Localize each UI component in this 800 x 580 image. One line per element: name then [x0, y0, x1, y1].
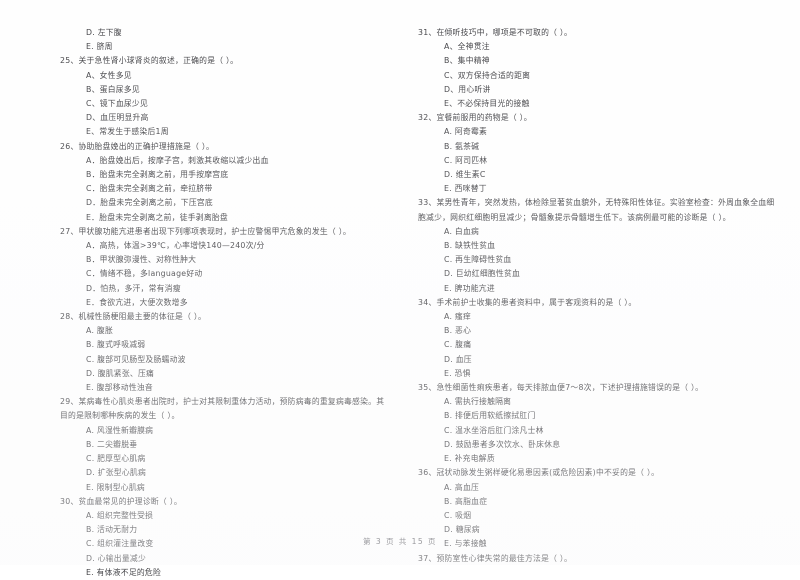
question-26: 26、协助胎盘娩出的正确护理措施是（ ）。 A．胎盘娩出后，按摩子宫，刺激其收缩…: [60, 140, 392, 225]
option-line: B. 排便后用软纸擦拭肛门: [444, 411, 536, 421]
question-stem: 28、机械性肠梗阻最主要的体征是（ ）。: [60, 312, 207, 322]
option-line: C. 肥厚型心肌病: [86, 454, 146, 464]
option-line: A. 阿奇霉素: [444, 127, 488, 137]
option-line: E. 脾功能亢进: [444, 283, 495, 293]
option-line: D. 鼓励患者多次饮水、卧床休息: [444, 439, 561, 449]
option-line: B. 缺铁性贫血: [444, 241, 496, 251]
option-line: B、集中精神: [444, 56, 490, 66]
option-line: E. 有体液不足的危险: [86, 567, 162, 577]
option-line: C. 腹部可见肠型及肠蠕动波: [86, 354, 186, 364]
page-footer: 第 3 页 共 15 页: [363, 537, 437, 546]
option-line: B. 腹式呼吸减弱: [86, 340, 146, 350]
option-line: C. 吸烟: [444, 510, 472, 520]
option-line: C. 腹痛: [444, 340, 472, 350]
question-stem: 31、在倾听技巧中，哪项是不可取的（ ）。: [418, 28, 573, 37]
option-line: E．胎盘未完全剥离之前，徒手剥离胎盘: [86, 212, 228, 222]
option-line: A、全神贯注: [444, 42, 490, 52]
page-columns: D. 左下腹 E. 脐周 25、关于急性肾小球肾炎的叙述，正确的是（ ）。 A、…: [0, 26, 800, 580]
option-line: E. 恐惧: [444, 368, 471, 378]
option-line: B. 氨茶碱: [444, 141, 480, 151]
option-line: C. 温水坐浴后肛门涂凡士林: [444, 425, 544, 435]
option-line: A、女性多见: [86, 70, 132, 80]
option-line: D. 维生素C: [444, 170, 486, 180]
option-line: D、用心听讲: [444, 84, 491, 94]
question-stem: 30、贫血最常见的护理诊断（ ）。: [60, 496, 182, 506]
question-27: 27、甲状腺功能亢进患者出现下列哪项表现时，护士应警惕甲亢危象的发生（ ）。 A…: [60, 225, 392, 310]
option-line: E、不必保持目光的接触: [444, 99, 530, 109]
question-32: 32、宜餐前服用的药物是（ ）。 A. 阿奇霉素 B. 氨茶碱 C. 阿司匹林 …: [418, 111, 778, 196]
option-line: E. 腹部移动性浊音: [86, 383, 153, 393]
option-line: A. 白血病: [444, 226, 480, 236]
question-stem: 25、关于急性肾小球肾炎的叙述，正确的是（ ）。: [60, 56, 239, 66]
option-line: B．胎盘未完全剥离之前，用手按摩宫底: [86, 170, 229, 180]
option-line: B. 二尖瓣脱垂: [86, 439, 138, 449]
question-stem: 36、冠状动脉发生粥样硬化易患因素(或危险因素)中不妥的是（ ）。: [418, 468, 660, 478]
option-line: C、镜下血尿少见: [86, 99, 149, 109]
option-line: A. 需执行接触隔离: [444, 397, 512, 407]
option-line: E. 补充电解质: [444, 454, 495, 464]
question-stem: 32、宜餐前服用的药物是（ ）。: [418, 113, 532, 123]
option-line: D. 巨幼红细胞性贫血: [444, 269, 521, 279]
exam-page: D. 左下腹 E. 脐周 25、关于急性肾小球肾炎的叙述，正确的是（ ）。 A、…: [0, 0, 800, 577]
option-line: E. 西咪替丁: [444, 184, 487, 194]
question-stem: 33、某男性青年，突然发热，体检除显著贫血貌外，无特殊阳性体征。实验室检查：外周…: [418, 198, 775, 222]
option-line: C．情绪不稳，多language好动: [86, 269, 203, 279]
question-33: 33、某男性青年，突然发热，体检除显著贫血貌外，无特殊阳性体征。实验室检查：外周…: [418, 196, 778, 295]
option-line: D. 血压: [444, 354, 472, 364]
option-line: E、常发生于感染后1周: [86, 127, 169, 137]
option-line: B. 高脂血症: [444, 496, 488, 506]
question-34: 34、手术前护士收集的患者资料中，属于客观资料的是（ ）。 A. 瘙痒 B. 恶…: [418, 296, 778, 381]
question-stem: 34、手术前护士收集的患者资料中，属于客观资料的是（ ）。: [418, 297, 637, 307]
option-line: B、蛋白尿多见: [86, 84, 140, 94]
option-line: D、血压明显升高: [86, 113, 149, 123]
option-line: A. 风湿性新瓣膜病: [86, 425, 154, 435]
option-line: B．甲状腺弥漫性、对称性肿大: [86, 255, 197, 265]
option-line: D. 左下腹: [86, 28, 122, 37]
option-line: A. 瘙痒: [444, 312, 471, 322]
option-line: E．食欲亢进，大便次数增多: [86, 297, 188, 307]
right-column: 31、在倾听技巧中，哪项是不可取的（ ）。 A、全神贯注 B、集中精神 C、双方…: [400, 26, 800, 566]
option-line: E. 脐周: [86, 42, 113, 52]
question-28: 28、机械性肠梗阻最主要的体征是（ ）。 A. 腹胀 B. 腹式呼吸减弱 C. …: [60, 310, 392, 395]
option-line: A．高热，体温>39℃，心率增快140—240次/分: [86, 241, 265, 251]
question-stem: 29、某病毒性心肌炎患者出院时，护士对其限制重体力活动，预防病毒的重复病毒感染。…: [60, 397, 385, 421]
option-line: D. 心输出量减少: [86, 553, 146, 563]
question-37: 37、预防室性心律失常的最佳方法是（ ）。: [418, 552, 778, 566]
option-line: C．胎盘未完全剥离之前，牵拉脐带: [86, 184, 213, 194]
left-orphan-options: D. 左下腹 E. 脐周: [60, 26, 392, 54]
question-stem: 35、急性细菌性痢疾患者，每天排脓血便7～8次，下述护理措施错误的是（ ）。: [418, 383, 704, 393]
option-line: C、双方保持合适的距离: [444, 70, 531, 80]
option-line: B. 恶心: [444, 326, 472, 336]
question-31: 31、在倾听技巧中，哪项是不可取的（ ）。 A、全神贯注 B、集中精神 C、双方…: [418, 26, 778, 111]
option-line: A．胎盘娩出后，按摩子宫，刺激其收缩以减少出血: [86, 155, 269, 165]
question-stem: 26、协助胎盘娩出的正确护理措施是（ ）。: [60, 141, 215, 151]
option-line: E. 限制型心肌病: [86, 482, 145, 492]
option-line: C. 阿司匹林: [444, 155, 488, 165]
option-line: D. 扩张型心肌病: [86, 468, 146, 478]
option-line: D．怕热，多汗，常有消瘦: [86, 283, 181, 293]
option-line: D．胎盘未完全剥离之前，下压宫底: [86, 198, 213, 208]
question-25: 25、关于急性肾小球肾炎的叙述，正确的是（ ）。 A、女性多见 B、蛋白尿多见 …: [60, 54, 392, 139]
option-line: A. 腹胀: [86, 326, 113, 336]
option-line: A. 组织完整性受损: [86, 510, 154, 520]
question-29: 29、某病毒性心肌炎患者出院时，护士对其限制重体力活动，预防病毒的重复病毒感染。…: [60, 395, 392, 494]
option-line: D. 腹肌紧张、压痛: [86, 368, 155, 378]
question-stem: 37、预防室性心律失常的最佳方法是（ ）。: [418, 553, 573, 563]
option-line: C. 再生障碍性贫血: [444, 255, 512, 265]
question-35: 35、急性细菌性痢疾患者，每天排脓血便7～8次，下述护理措施错误的是（ ）。 A…: [418, 381, 778, 466]
option-line: A. 高血压: [444, 482, 480, 492]
left-column: D. 左下腹 E. 脐周 25、关于急性肾小球肾炎的叙述，正确的是（ ）。 A、…: [0, 26, 400, 580]
question-stem: 27、甲状腺功能亢进患者出现下列哪项表现时，护士应警惕甲亢危象的发生（ ）。: [60, 226, 351, 236]
